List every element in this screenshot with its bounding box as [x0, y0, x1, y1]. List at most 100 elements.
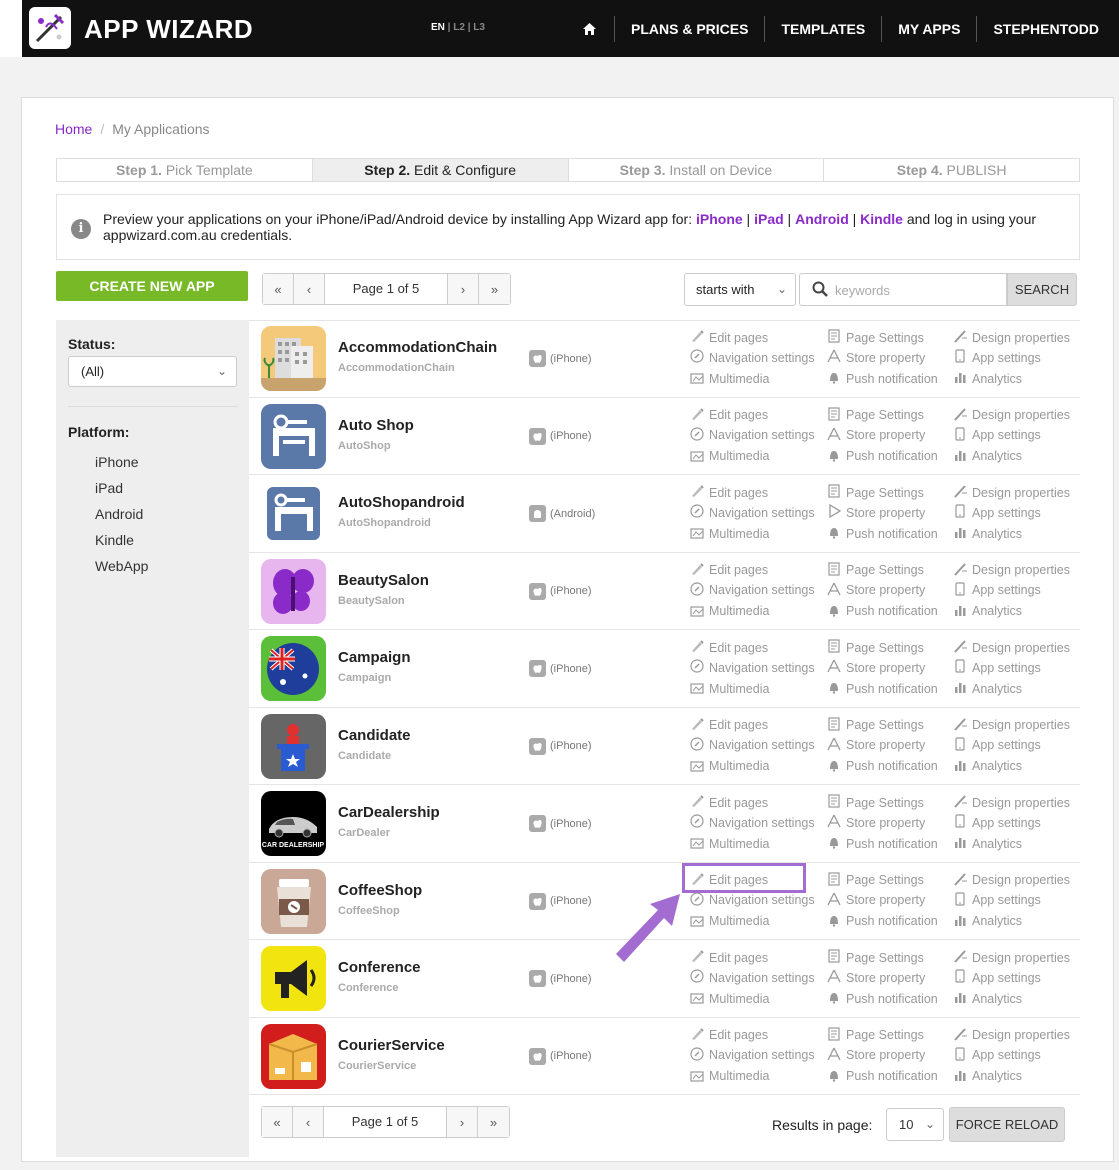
store-property-link[interactable]: Store property — [827, 427, 925, 444]
multimedia-link[interactable]: Multimedia — [690, 525, 769, 542]
app-settings-link[interactable]: App settings — [953, 581, 1041, 599]
app-icon[interactable] — [261, 636, 326, 701]
edit-pages-link[interactable]: Edit pages — [690, 329, 768, 346]
search-button[interactable]: SEARCH — [1007, 273, 1077, 306]
platform-android[interactable]: Android — [95, 505, 148, 531]
navigation-settings-link[interactable]: Navigation settings — [690, 581, 815, 599]
nav-my-apps[interactable]: MY APPS — [881, 15, 976, 42]
app-icon[interactable] — [261, 558, 326, 624]
platform-ipad[interactable]: iPad — [95, 479, 148, 505]
edit-pages-link[interactable]: Edit pages — [690, 717, 768, 734]
next-page-icon[interactable]: › — [448, 274, 479, 304]
link-iphone[interactable]: iPhone — [696, 211, 743, 227]
nav-user-account[interactable]: STEPHENTODD — [976, 15, 1099, 42]
nav-plans-prices[interactable]: PLANS & PRICES — [613, 15, 764, 42]
app-settings-link[interactable]: App settings — [953, 349, 1041, 366]
multimedia-link[interactable]: Multimedia — [690, 680, 769, 697]
page-settings-link[interactable]: Page Settings — [827, 1026, 924, 1044]
push-notification-link[interactable]: Push notification — [827, 525, 938, 542]
push-notification-link[interactable]: Push notification — [827, 448, 938, 465]
app-name[interactable]: Candidate — [338, 727, 411, 744]
platform-webapp[interactable]: WebApp — [95, 557, 148, 583]
push-notification-link[interactable]: Push notification — [827, 835, 938, 852]
edit-pages-link[interactable]: Edit pages — [690, 484, 768, 501]
design-properties-link[interactable]: Design properties — [953, 407, 1070, 424]
breadcrumb-home[interactable]: Home — [55, 121, 92, 137]
app-name[interactable]: CarDealership — [338, 804, 440, 821]
analytics-link[interactable]: Analytics — [953, 990, 1022, 1007]
push-notification-link[interactable]: Push notification — [827, 1068, 938, 1085]
app-icon[interactable] — [261, 713, 326, 779]
logo-text[interactable]: APP WIZARD — [84, 14, 253, 45]
link-android[interactable]: Android — [795, 211, 849, 227]
design-properties-link[interactable]: Design properties — [953, 484, 1070, 501]
design-properties-link[interactable]: Design properties — [953, 329, 1070, 346]
step-edit-configure[interactable]: Step 2. Edit & Configure — [311, 159, 568, 181]
store-property-link[interactable]: Store property — [827, 969, 925, 986]
multimedia-link[interactable]: Multimedia — [690, 990, 769, 1007]
search-input[interactable] — [835, 280, 995, 300]
design-properties-link[interactable]: Design properties — [953, 717, 1070, 734]
status-select[interactable]: (All) ⌄ — [68, 356, 237, 387]
app-icon[interactable] — [261, 403, 326, 469]
navigation-settings-link[interactable]: Navigation settings — [690, 969, 815, 986]
link-kindle[interactable]: Kindle — [860, 211, 903, 227]
page-settings-link[interactable]: Page Settings — [827, 561, 924, 579]
nav-templates[interactable]: TEMPLATES — [764, 15, 881, 42]
step-publish[interactable]: Step 4. PUBLISH — [823, 159, 1079, 181]
app-settings-link[interactable]: App settings — [953, 659, 1041, 676]
app-icon[interactable] — [261, 868, 326, 934]
step-pick-template[interactable]: Step 1. Pick Template — [57, 159, 312, 181]
app-name[interactable]: CourierService — [338, 1037, 445, 1054]
page-settings-link[interactable]: Page Settings — [827, 794, 924, 811]
first-page-icon[interactable]: « — [263, 274, 294, 304]
store-property-link[interactable]: Store property — [827, 349, 925, 366]
store-property-link[interactable]: Store property — [827, 1047, 925, 1064]
platform-iphone[interactable]: iPhone — [95, 453, 148, 479]
push-notification-link[interactable]: Push notification — [827, 370, 938, 387]
navigation-settings-link[interactable]: Navigation settings — [690, 659, 815, 676]
app-icon[interactable]: CAR DEALERSHIP — [261, 791, 326, 856]
multimedia-link[interactable]: Multimedia — [690, 448, 769, 465]
app-name[interactable]: CoffeeShop — [338, 882, 422, 899]
app-name[interactable]: Auto Shop — [338, 417, 414, 434]
multimedia-link[interactable]: Multimedia — [690, 603, 769, 620]
app-settings-link[interactable]: App settings — [953, 891, 1041, 909]
navigation-settings-link[interactable]: Navigation settings — [690, 504, 815, 521]
store-property-link[interactable]: Store property — [827, 737, 925, 754]
app-settings-link[interactable]: App settings — [953, 969, 1041, 986]
navigation-settings-link[interactable]: Navigation settings — [690, 814, 815, 831]
analytics-link[interactable]: Analytics — [953, 1068, 1022, 1085]
app-settings-link[interactable]: App settings — [953, 1046, 1041, 1064]
platform-kindle[interactable]: Kindle — [95, 531, 148, 557]
design-properties-link[interactable]: Design properties — [953, 794, 1070, 811]
multimedia-link[interactable]: Multimedia — [690, 758, 769, 775]
store-property-link[interactable]: Store property — [827, 659, 925, 676]
lang-l3[interactable]: L3 — [473, 22, 485, 33]
push-notification-link[interactable]: Push notification — [827, 913, 938, 930]
store-property-link[interactable]: Store property — [827, 582, 925, 599]
page-settings-link[interactable]: Page Settings — [827, 406, 924, 424]
navigation-settings-link[interactable]: Navigation settings — [690, 426, 815, 444]
prev-page-icon[interactable]: ‹ — [293, 1107, 324, 1137]
push-notification-link[interactable]: Push notification — [827, 758, 938, 775]
step-install-device[interactable]: Step 3. Install on Device — [567, 159, 824, 181]
edit-pages-link[interactable]: Edit pages — [690, 407, 768, 424]
app-settings-link[interactable]: App settings — [953, 426, 1041, 444]
lang-l2[interactable]: L2 — [453, 22, 465, 33]
next-page-icon[interactable]: › — [447, 1107, 478, 1137]
navigation-settings-link[interactable]: Navigation settings — [690, 349, 815, 366]
last-page-icon[interactable]: » — [479, 274, 510, 304]
link-ipad[interactable]: iPad — [754, 211, 784, 227]
app-settings-link[interactable]: App settings — [953, 814, 1041, 831]
home-icon[interactable] — [565, 16, 614, 42]
design-properties-link[interactable]: Design properties — [953, 949, 1070, 966]
app-name[interactable]: AccommodationChain — [338, 339, 497, 356]
app-name[interactable]: AutoShopandroid — [338, 494, 465, 511]
analytics-link[interactable]: Analytics — [953, 370, 1022, 387]
app-name[interactable]: Conference — [338, 959, 421, 976]
multimedia-link[interactable]: Multimedia — [690, 835, 769, 852]
multimedia-link[interactable]: Multimedia — [690, 913, 769, 930]
navigation-settings-link[interactable]: Navigation settings — [690, 1046, 815, 1064]
analytics-link[interactable]: Analytics — [953, 758, 1022, 775]
